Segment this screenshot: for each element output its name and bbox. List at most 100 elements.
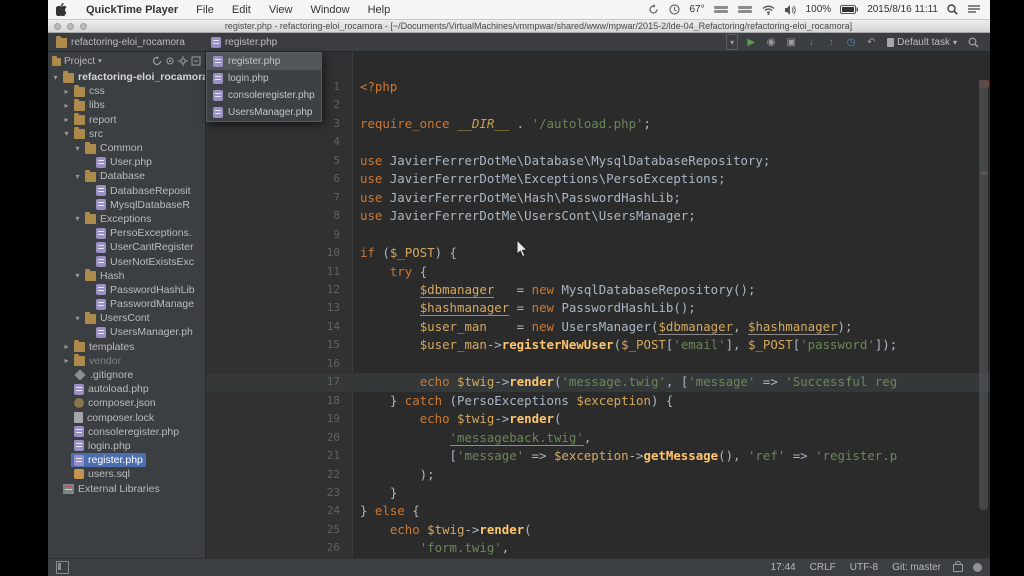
chevron-down-icon[interactable]: ▾ — [51, 73, 60, 82]
tree-item-usersmanager.ph[interactable]: UsersManager.ph — [48, 325, 205, 339]
chevron-down-icon[interactable]: ▾ — [73, 214, 82, 223]
tree-item-external-libraries[interactable]: External Libraries — [48, 481, 205, 495]
code-line-21[interactable]: 21 ['message' => $exception->getMessage(… — [206, 447, 990, 465]
temperature-widget[interactable]: 67° — [689, 4, 704, 15]
volume-icon[interactable] — [785, 5, 797, 15]
breadcrumb-project[interactable]: refactoring-eloi_rocamora — [56, 37, 185, 48]
menu-bar-clock[interactable]: 2015/8/16 11:11 — [867, 4, 938, 15]
hector-inspection-icon[interactable] — [973, 563, 982, 572]
minimize-window-button[interactable] — [67, 23, 74, 30]
commit-changes-icon[interactable]: ↑ — [822, 34, 840, 50]
tree-item-src[interactable]: ▾src — [48, 127, 205, 141]
chevron-down-icon[interactable]: ▾ — [73, 172, 82, 181]
chevron-right-icon[interactable]: ▸ — [62, 356, 71, 365]
tree-item-common[interactable]: ▾Common — [48, 141, 205, 155]
tree-item-.gitignore[interactable]: .gitignore — [48, 368, 205, 382]
popup-item-UsersManager.php[interactable]: UsersManager.php — [207, 104, 321, 121]
clock-menulet-icon[interactable] — [669, 4, 680, 15]
run-icon[interactable]: ▶ — [742, 34, 760, 50]
tree-item-vendor[interactable]: ▸vendor — [48, 354, 205, 368]
menu-item-window[interactable]: Window — [301, 4, 358, 16]
tree-item-passwordmanage[interactable]: PasswordManage — [48, 297, 205, 311]
menu-item-file[interactable]: File — [187, 4, 223, 16]
notification-center-icon[interactable] — [968, 5, 980, 15]
tree-item-css[interactable]: ▸css — [48, 84, 205, 98]
lock-icon[interactable] — [953, 564, 963, 572]
code-line-19[interactable]: 19 echo $twig->render( — [206, 410, 990, 428]
code-line-11[interactable]: 11 try { — [206, 263, 990, 281]
tree-item-report[interactable]: ▸report — [48, 113, 205, 127]
chevron-down-icon[interactable]: ▾ — [62, 129, 71, 138]
collapse-all-icon[interactable] — [191, 56, 201, 66]
code-line-24[interactable]: 24} else { — [206, 502, 990, 520]
meter-widget-icon[interactable] — [738, 6, 752, 13]
code-line-16[interactable]: 16 — [206, 355, 990, 373]
project-panel-title[interactable]: Project — [64, 56, 95, 67]
code-line-23[interactable]: 23 } — [206, 484, 990, 502]
debug-icon[interactable]: ◉ — [762, 34, 780, 50]
tree-item-usernotexistsexc[interactable]: UserNotExistsExc — [48, 254, 205, 268]
tree-item-databasereposit[interactable]: DatabaseReposit — [48, 184, 205, 198]
wifi-icon[interactable] — [762, 5, 775, 15]
tree-item-composer.json[interactable]: composer.json — [48, 396, 205, 410]
close-window-button[interactable] — [54, 23, 61, 30]
battery-icon[interactable] — [840, 5, 858, 14]
tree-item-database[interactable]: ▾Database — [48, 169, 205, 183]
code-line-2[interactable]: 2 — [206, 96, 990, 114]
tree-item-usercantregister[interactable]: UserCantRegister — [48, 240, 205, 254]
chevron-down-icon[interactable]: ▾ — [73, 314, 82, 323]
tree-item-autoload.php[interactable]: autoload.php — [48, 382, 205, 396]
tree-item-templates[interactable]: ▸templates — [48, 340, 205, 354]
apple-menu-icon[interactable] — [56, 3, 67, 16]
code-line-1[interactable]: 1<?php — [206, 78, 990, 96]
sync-icon[interactable] — [648, 4, 659, 15]
menu-item-edit[interactable]: Edit — [223, 4, 260, 16]
tree-item-persoexceptions.[interactable]: PersoExceptions. — [48, 226, 205, 240]
code-line-8[interactable]: 8use JavierFerrerDotMe\UsersCont\UsersMa… — [206, 207, 990, 225]
tree-item-refactoring-eloi-rocamora[interactable]: ▾refactoring-eloi_rocamora — [48, 70, 205, 84]
code-line-26[interactable]: 26 'form.twig', — [206, 539, 990, 557]
chevron-right-icon[interactable]: ▸ — [62, 101, 71, 110]
code-line-12[interactable]: 12 $dbmanager = new MysqlDatabaseReposit… — [206, 281, 990, 299]
tree-item-exceptions[interactable]: ▾Exceptions — [48, 212, 205, 226]
menu-item-view[interactable]: View — [260, 4, 302, 16]
code-line-22[interactable]: 22 ); — [206, 466, 990, 484]
code-line-15[interactable]: 15 $user_man->registerNewUser($_POST['em… — [206, 336, 990, 354]
code-line-18[interactable]: 18 } catch (PersoExceptions $exception) … — [206, 392, 990, 410]
window-title-bar[interactable]: register.php - refactoring-eloi_rocamora… — [48, 20, 990, 33]
code-editor[interactable]: 1<?php23require_once __DIR__ . '/autoloa… — [206, 52, 990, 558]
run-configuration-selector[interactable]: ▾ — [726, 34, 738, 50]
settings-gear-icon[interactable] — [178, 56, 188, 66]
chevron-down-icon[interactable]: ▾ — [73, 144, 82, 153]
code-line-9[interactable]: 9 — [206, 226, 990, 244]
code-line-6[interactable]: 6use JavierFerrerDotMe\Exceptions\PersoE… — [206, 170, 990, 188]
code-line-10[interactable]: 10if ($_POST) { — [206, 244, 990, 262]
tree-item-register.php[interactable]: register.php — [48, 453, 205, 467]
update-project-icon[interactable]: ↓ — [802, 34, 820, 50]
encoding-selector[interactable]: UTF-8 — [850, 562, 878, 573]
line-endings-selector[interactable]: CRLF — [810, 562, 836, 573]
chevron-right-icon[interactable]: ▸ — [62, 87, 71, 96]
popup-item-register.php[interactable]: register.php — [207, 53, 321, 70]
code-line-3[interactable]: 3require_once __DIR__ . '/autoload.php'; — [206, 115, 990, 133]
undo-icon[interactable]: ↶ — [862, 34, 880, 50]
tree-item-consoleregister.php[interactable]: consoleregister.php — [48, 425, 205, 439]
code-line-5[interactable]: 5use JavierFerrerDotMe\Database\MysqlDat… — [206, 152, 990, 170]
code-line-17[interactable]: 17 echo $twig->render('message.twig', ['… — [206, 373, 990, 391]
local-history-icon[interactable]: ◷ — [842, 34, 860, 50]
chevron-right-icon[interactable]: ▸ — [62, 342, 71, 351]
tree-item-mysqldatabaser[interactable]: MysqlDatabaseR — [48, 198, 205, 212]
tree-item-passwordhashlib[interactable]: PasswordHashLib — [48, 283, 205, 297]
tree-item-login.php[interactable]: login.php — [48, 439, 205, 453]
tree-item-userscont[interactable]: ▾UsersCont — [48, 311, 205, 325]
tree-item-user.php[interactable]: User.php — [48, 155, 205, 169]
popup-item-login.php[interactable]: login.php — [207, 70, 321, 87]
code-line-13[interactable]: 13 $hashmanager = new PasswordHashLib(); — [206, 299, 990, 317]
chevron-down-icon[interactable]: ▾ — [98, 57, 102, 65]
code-line-14[interactable]: 14 $user_man = new UsersManager($dbmanag… — [206, 318, 990, 336]
chevron-right-icon[interactable]: ▸ — [62, 115, 71, 124]
code-line-20[interactable]: 20 'messageback.twig', — [206, 429, 990, 447]
spotlight-search-icon[interactable] — [947, 4, 958, 15]
tree-item-users.sql[interactable]: users.sql — [48, 467, 205, 481]
vcs-branch[interactable]: Git: master — [892, 562, 941, 573]
